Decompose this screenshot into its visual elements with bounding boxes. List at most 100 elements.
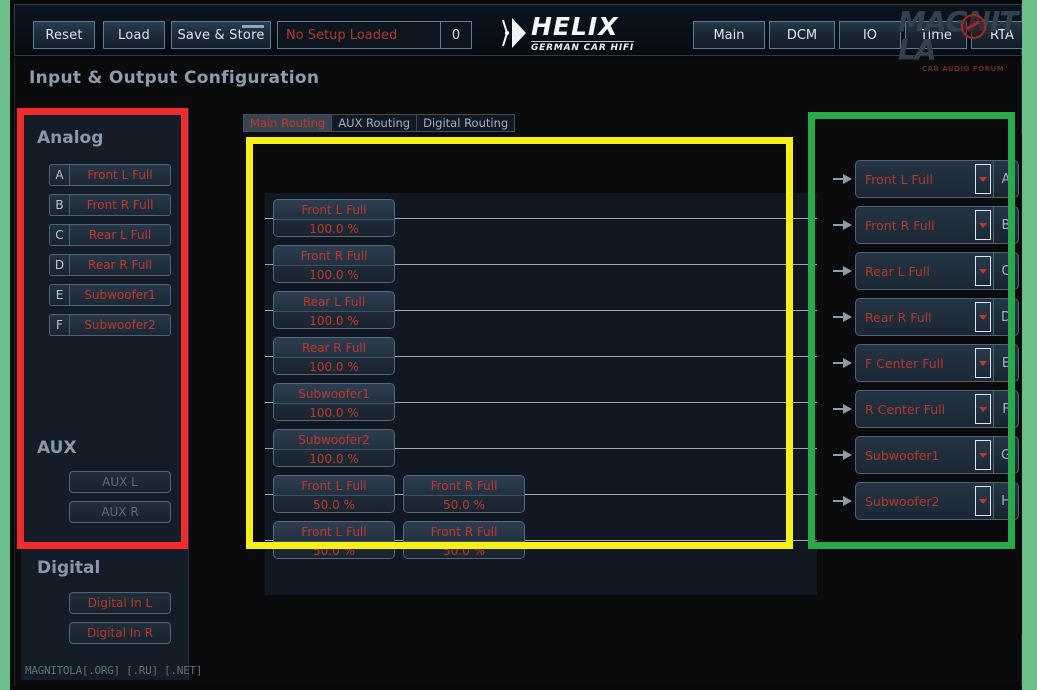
analog-input-row[interactable]: A Front L Full (49, 164, 171, 186)
output-badge: D (993, 299, 1018, 335)
analog-input-row[interactable]: B Front R Full (49, 194, 171, 216)
analog-input-badge: B (49, 194, 70, 216)
save-and-store-button[interactable]: Save & Store (171, 21, 271, 49)
output-label: Rear L Full (865, 263, 930, 279)
output-label: Rear R Full (865, 309, 932, 325)
output-row[interactable]: Rear L Full C (831, 252, 1019, 290)
routing-card[interactable]: Front L Full 100.0 % (273, 199, 395, 237)
chevron-down-icon[interactable] (975, 486, 991, 516)
analog-input-row[interactable]: C Rear L Full (49, 224, 171, 246)
chevron-down-icon[interactable] (975, 210, 991, 240)
routing-card[interactable]: Rear R Full 100.0 % (273, 337, 395, 375)
output-row[interactable]: F Center Full E (831, 344, 1019, 382)
routing-tab-2[interactable]: Digital Routing (416, 114, 516, 132)
output-label: Front R Full (865, 217, 935, 233)
output-label: Subwoofer2 (865, 493, 940, 509)
output-badge: H (993, 483, 1018, 519)
aux-section-title: AUX (37, 438, 77, 458)
output-selector[interactable]: Subwoofer2 H (855, 482, 1019, 520)
analog-input-badge: F (49, 314, 70, 336)
analog-input-row[interactable]: E Subwoofer1 (49, 284, 171, 306)
chevron-down-icon[interactable] (975, 256, 991, 286)
output-row[interactable]: R Center Full F (831, 390, 1019, 428)
routing-card-label: Front L Full (274, 200, 394, 220)
digital-input-button[interactable]: Digital In L (69, 592, 171, 614)
left-edge-strip (0, 0, 10, 690)
routing-tab-0[interactable]: Main Routing (243, 114, 333, 132)
analog-input-row[interactable]: D Rear R Full (49, 254, 171, 276)
routing-panel: Front L Full 100.0 % Front R Full 100.0 % Re… (265, 193, 817, 595)
output-channel-list: Front L Full A Front R Full B Rear L Full C Re… (831, 160, 1019, 580)
helix-logo: HELIX GERMAN CAR HIFI (499, 13, 669, 53)
setup-field[interactable]: No Setup Loaded 0 (277, 21, 472, 49)
output-selector[interactable]: R Center Full F (855, 390, 1019, 428)
output-row[interactable]: Rear R Full D (831, 298, 1019, 336)
routing-card[interactable]: Subwoofer2 100.0 % (273, 429, 395, 467)
aux-input-button[interactable]: AUX L (69, 471, 171, 493)
analog-input-badge: C (49, 224, 70, 246)
output-badge: C (993, 253, 1018, 289)
nav-tab-dcm[interactable]: DCM (769, 21, 835, 49)
footer-watermark: MAGNITOLA[.ORG] [.RU] [.NET] (25, 664, 203, 677)
routing-card[interactable]: Subwoofer1 100.0 % (273, 383, 395, 421)
chevron-down-icon[interactable] (975, 440, 991, 470)
analog-input-row[interactable]: F Subwoofer2 (49, 314, 171, 336)
helix-logo-text: HELIX (531, 11, 619, 41)
right-edge-strip (1022, 0, 1037, 690)
output-selector[interactable]: Front L Full A (855, 160, 1019, 198)
nav-tab-time[interactable]: Time (905, 21, 967, 49)
output-selector[interactable]: Front R Full B (855, 206, 1019, 244)
output-label: Subwoofer1 (865, 447, 940, 463)
input-sidebar: Analog AUX Digital A Front L Full B Front R… (21, 108, 202, 680)
analog-input-label: Rear R Full (70, 254, 171, 276)
output-selector[interactable]: Rear R Full D (855, 298, 1019, 336)
routing-card[interactable]: Front L Full 50.0 % (273, 521, 395, 559)
routing-matrix: Front L Full 100.0 % Front R Full 100.0 % Re… (243, 134, 1023, 634)
analog-input-label: Subwoofer1 (70, 284, 171, 306)
setup-number-value: 0 (440, 22, 471, 48)
output-selector[interactable]: F Center Full E (855, 344, 1019, 382)
output-selector[interactable]: Rear L Full C (855, 252, 1019, 290)
chevron-down-icon[interactable] (975, 348, 991, 378)
output-row[interactable]: Front R Full B (831, 206, 1019, 244)
output-badge: G (993, 437, 1018, 473)
nav-tab-io[interactable]: IO (839, 21, 901, 49)
routing-card-label: Subwoofer1 (274, 384, 394, 404)
output-row[interactable]: Front L Full A (831, 160, 1019, 198)
routing-card[interactable]: Front L Full 50.0 % (273, 475, 395, 513)
routing-tab-1[interactable]: AUX Routing (331, 114, 418, 132)
page-content: Input & Output Configuration Analog AUX … (14, 58, 1023, 686)
arrow-right-icon (831, 356, 855, 370)
output-selector[interactable]: Subwoofer1 G (855, 436, 1019, 474)
aux-input-button[interactable]: AUX R (69, 501, 171, 523)
routing-card[interactable]: Front R Full 50.0 % (403, 521, 525, 559)
reset-button[interactable]: Reset (33, 21, 95, 49)
routing-card[interactable]: Rear L Full 100.0 % (273, 291, 395, 329)
top-toolbar: Reset Load Save & Store No Setup Loaded … (14, 4, 1033, 56)
chevron-down-icon[interactable] (975, 164, 991, 194)
routing-card-value: 50.0 % (274, 496, 394, 512)
output-row[interactable]: Subwoofer2 H (831, 482, 1019, 520)
arrow-right-icon (831, 172, 855, 186)
analog-input-label: Subwoofer2 (70, 314, 171, 336)
analog-input-label: Front L Full (70, 164, 171, 186)
analog-input-badge: D (49, 254, 70, 276)
digital-section-title: Digital (37, 558, 101, 578)
output-badge: F (993, 391, 1018, 427)
digital-input-button[interactable]: Digital In R (69, 622, 171, 644)
routing-card-label: Front R Full (404, 476, 524, 496)
routing-card-label: Front R Full (404, 522, 524, 542)
application-window: Reset Load Save & Store No Setup Loaded … (0, 0, 1037, 690)
load-button[interactable]: Load (103, 21, 165, 49)
routing-card-label: Front R Full (274, 246, 394, 266)
chevron-down-icon[interactable] (975, 394, 991, 424)
chevron-down-icon[interactable] (975, 302, 991, 332)
output-row[interactable]: Subwoofer1 G (831, 436, 1019, 474)
routing-card[interactable]: Front R Full 50.0 % (403, 475, 525, 513)
nav-tab-main[interactable]: Main (693, 21, 765, 49)
routing-card-value: 100.0 % (274, 404, 394, 420)
routing-card[interactable]: Front R Full 100.0 % (273, 245, 395, 283)
analog-input-badge: E (49, 284, 70, 306)
helix-logo-mark (502, 18, 526, 48)
output-label: R Center Full (865, 401, 946, 417)
